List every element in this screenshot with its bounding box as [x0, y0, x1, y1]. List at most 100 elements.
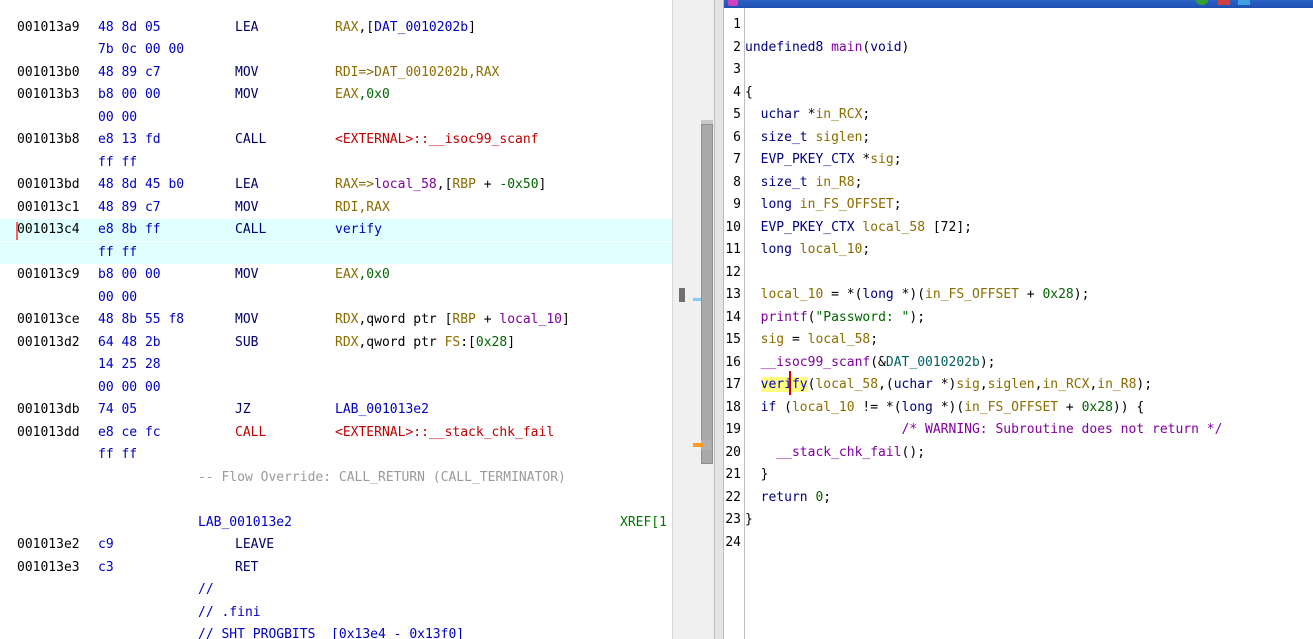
code-line[interactable]: 8 size_t in_R8;	[724, 172, 1313, 195]
listing-row[interactable]: 001013db 74 05 JZ LAB_001013e2	[0, 399, 672, 421]
code-line[interactable]: 13 local_10 = *(long *)(in_FS_OFFSET + 0…	[724, 284, 1313, 307]
instruction-operands[interactable]: RAX,[DAT_0010202b]	[335, 17, 476, 39]
instruction-operands[interactable]: RDI=>DAT_0010202b,RAX	[335, 62, 499, 84]
instruction-operands[interactable]: verify	[335, 219, 382, 241]
code-line[interactable]: 4{	[724, 82, 1313, 105]
instruction-operands[interactable]: LAB_001013e2	[335, 399, 429, 421]
listing-row[interactable]: ff ff	[0, 152, 672, 174]
listing-row[interactable]: 001013e3 c3 RET	[0, 557, 672, 579]
code-token[interactable]: sig	[870, 152, 893, 167]
operand-token[interactable]: DAT_0010202b	[374, 20, 468, 35]
code-token[interactable]: local_10	[792, 400, 855, 415]
listing-row[interactable]: 001013c4 e8 8b ff CALL verify	[0, 219, 672, 241]
code-token[interactable]: DAT_0010202b	[886, 355, 980, 370]
listing-row[interactable]: 001013a9 48 8d 05 LEA RAX,[DAT_0010202b]	[0, 17, 672, 39]
code-token[interactable]: local_10	[800, 242, 863, 257]
code-text[interactable]: local_10 = *(long *)(in_FS_OFFSET + 0x28…	[745, 284, 1090, 307]
code-line[interactable]: 15 sig = local_58;	[724, 329, 1313, 352]
code-line[interactable]: 22 return 0;	[724, 487, 1313, 510]
code-text[interactable]: EVP_PKEY_CTX local_58 [72];	[745, 217, 972, 240]
listing-pane[interactable]: 001013a9 48 8d 05 LEA RAX,[DAT_0010202b] 7b …	[0, 0, 672, 639]
code-text[interactable]: }	[745, 509, 753, 532]
code-token[interactable]: __stack_chk_fail	[745, 445, 901, 460]
code-line[interactable]: 23}	[724, 509, 1313, 532]
code-token[interactable]: in_RCX	[815, 107, 862, 122]
code-line[interactable]: 14 printf("Password: ");	[724, 307, 1313, 330]
listing-row[interactable]: LAB_001013e2 XREF[1	[0, 512, 672, 534]
operand-token[interactable]: local_58	[374, 177, 437, 192]
listing-row[interactable]: //	[0, 579, 672, 601]
listing-row[interactable]: // SHT_PROGBITS [0x13e4 - 0x13f0]	[0, 624, 672, 639]
code-text[interactable]: uchar *in_RCX;	[745, 104, 871, 127]
operand-token[interactable]: LAB_001013e2	[335, 402, 429, 417]
code-text[interactable]: undefined8 main(void)	[745, 37, 909, 60]
listing-row[interactable]: 001013c9 b8 00 00 MOV EAX,0x0	[0, 264, 672, 286]
code-line[interactable]: 10 EVP_PKEY_CTX local_58 [72];	[724, 217, 1313, 240]
code-text[interactable]: /* WARNING: Subroutine does not return *…	[745, 419, 1223, 442]
instruction-operands[interactable]: EAX,0x0	[335, 84, 390, 106]
listing-row[interactable]: -- Flow Override: CALL_RETURN (CALL_TERM…	[0, 467, 672, 489]
code-line[interactable]: 18 if (local_10 != *(long *)(in_FS_OFFSE…	[724, 397, 1313, 420]
code-line[interactable]: 20 __stack_chk_fail();	[724, 442, 1313, 465]
code-text[interactable]: __stack_chk_fail();	[745, 442, 925, 465]
code-text[interactable]: EVP_PKEY_CTX *sig;	[745, 149, 902, 172]
code-line[interactable]: 2 undefined8 main(void)	[724, 37, 1313, 60]
code-token[interactable]: printf	[745, 310, 808, 325]
code-token[interactable]: sig	[745, 332, 785, 347]
listing-row[interactable]: 001013dd e8 ce fc CALL <EXTERNAL>::__stack_…	[0, 422, 672, 444]
code-line[interactable]: 6 size_t siglen;	[724, 127, 1313, 150]
code-token[interactable]: local_10	[745, 287, 824, 302]
code-text[interactable]: {	[745, 82, 753, 105]
code-line[interactable]: 3	[724, 59, 1313, 82]
code-token[interactable]: local_58	[815, 377, 878, 392]
instruction-operands[interactable]: RAX=>local_58,[RBP + -0x50]	[335, 174, 546, 196]
code-line[interactable]: 11 long local_10;	[724, 239, 1313, 262]
listing-scrollbar[interactable]	[672, 0, 715, 639]
listing-row[interactable]: 00 00	[0, 287, 672, 309]
listing-row[interactable]: 00 00	[0, 107, 672, 129]
refresh-icon[interactable]	[1196, 0, 1208, 5]
instruction-operands[interactable]: <EXTERNAL>::__stack_chk_fail	[335, 422, 554, 444]
code-token[interactable]: in_RCX	[1042, 377, 1089, 392]
listing-row[interactable]: 7b 0c 00 00	[0, 39, 672, 61]
listing-row[interactable]: // .fini	[0, 602, 672, 624]
scrollbar-thumb[interactable]	[701, 124, 713, 464]
code-text[interactable]: return 0;	[745, 487, 831, 510]
code-text[interactable]: size_t siglen;	[745, 127, 871, 150]
selected-token[interactable]: verify	[760, 377, 808, 392]
listing-row[interactable]: ff ff	[0, 444, 672, 466]
code-token[interactable]: in_FS_OFFSET	[925, 287, 1019, 302]
listing-row[interactable]: ff ff	[0, 241, 672, 264]
export-icon[interactable]	[1238, 0, 1250, 5]
code-token[interactable]: in_R8	[1097, 377, 1136, 392]
code-line[interactable]: 1	[724, 14, 1313, 37]
code-text[interactable]: __isoc99_scanf(&DAT_0010202b);	[745, 352, 996, 375]
code-token[interactable]: main	[831, 40, 862, 55]
operand-token[interactable]: <EXTERNAL>::__stack_chk_fail	[335, 425, 554, 440]
instruction-operands[interactable]: EAX,0x0	[335, 264, 390, 286]
code-token[interactable]: sig	[956, 377, 979, 392]
operand-token[interactable]: verify	[335, 222, 382, 237]
instruction-operands[interactable]: RDI,RAX	[335, 197, 390, 219]
code-line[interactable]: 12	[724, 262, 1313, 285]
listing-row[interactable]	[0, 489, 672, 511]
code-line[interactable]: 21 }	[724, 464, 1313, 487]
listing-row[interactable]: 001013b8 e8 13 fd CALL <EXTERNAL>::__isoc99…	[0, 129, 672, 151]
code-text[interactable]: printf("Password: ");	[745, 307, 925, 330]
listing-row[interactable]: 14 25 28	[0, 354, 672, 376]
code-line[interactable]: 24	[724, 532, 1313, 555]
instruction-operands[interactable]: RDX,qword ptr [RBP + local_10]	[335, 309, 570, 331]
code-token[interactable]: local_58	[862, 220, 925, 235]
listing-row[interactable]: 001013c1 48 89 c7 MOV RDI,RAX	[0, 197, 672, 219]
code-line[interactable]: 19 /* WARNING: Subroutine does not retur…	[724, 419, 1313, 442]
code-text[interactable]: }	[745, 464, 769, 487]
listing-row[interactable]: 001013d2 64 48 2b SUB RDX,qword ptr FS:[0x2…	[0, 332, 672, 354]
code-text[interactable]: if (local_10 != *(long *)(in_FS_OFFSET +…	[745, 397, 1145, 420]
code-text[interactable]: long local_10;	[745, 239, 871, 262]
code-line[interactable]: 17 verify(local_58,(uchar *)sig,siglen,i…	[724, 374, 1313, 397]
listing-row[interactable]: 001013bd 48 8d 45 b0 LEA RAX=>local_58,[RBP…	[0, 174, 672, 196]
snapshot-icon[interactable]	[1218, 0, 1230, 5]
code-token[interactable]: in_FS_OFFSET	[964, 400, 1058, 415]
code-token[interactable]: local_58	[808, 332, 871, 347]
code-text[interactable]: verify(local_58,(uchar *)sig,siglen,in_R…	[745, 374, 1152, 397]
